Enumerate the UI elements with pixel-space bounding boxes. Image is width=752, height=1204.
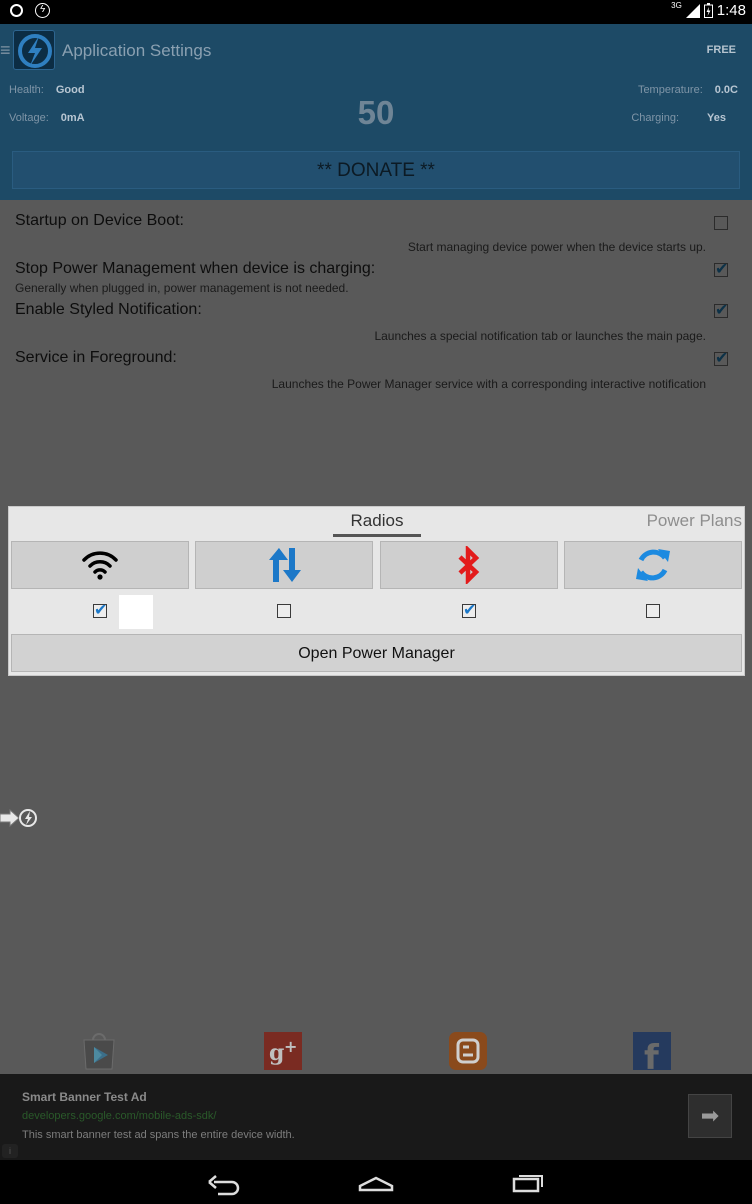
recent-apps-button[interactable] — [508, 1168, 548, 1196]
setting-startup-description: Start managing device power when the dev… — [407, 240, 706, 254]
mobile-data-toggle-button[interactable] — [195, 541, 373, 589]
setting-stop-charging-checkbox[interactable] — [714, 259, 728, 279]
signal-icon — [685, 3, 700, 18]
home-button[interactable] — [356, 1168, 396, 1196]
svg-text:+: + — [284, 1037, 297, 1056]
ad-arrow-button[interactable]: ➡ — [688, 1094, 732, 1138]
battery-percent: 50 — [357, 94, 395, 131]
donate-button[interactable]: ** DONATE ** — [12, 151, 740, 189]
open-power-manager-button[interactable]: Open Power Manager — [11, 634, 742, 672]
hamburger-icon[interactable]: ≡ — [0, 40, 11, 61]
setting-startup-title[interactable]: Startup on Device Boot: — [15, 212, 184, 230]
power-widget: Radios Power Plans ✔ ✔ Open Power Manage… — [8, 506, 745, 676]
setting-stop-charging-description: Generally when plugged in, power managem… — [15, 281, 349, 295]
sync-icon — [636, 549, 670, 581]
google-plus-icon[interactable]: g + — [264, 1032, 302, 1070]
app-header: ≡ Application Settings FREE Health: Good … — [0, 24, 752, 200]
wifi-toggle-button[interactable] — [11, 541, 189, 589]
side-launcher-handle[interactable] — [0, 808, 38, 828]
tab-power-plans[interactable]: Power Plans — [647, 511, 742, 531]
blogger-icon[interactable] — [449, 1032, 487, 1070]
setting-foreground-description: Launches the Power Manager service with … — [271, 377, 706, 391]
setting-styled-notification-title[interactable]: Enable Styled Notification: — [15, 301, 202, 319]
ad-banner[interactable]: Smart Banner Test Ad developers.google.c… — [0, 1074, 752, 1160]
wifi-icon — [82, 551, 118, 580]
svg-text:f: f — [644, 1038, 660, 1070]
notification-ring-icon — [10, 4, 23, 17]
clock: 1:48 — [716, 2, 746, 19]
navigation-bar — [0, 1160, 752, 1204]
sync-checkbox[interactable] — [646, 604, 660, 618]
app-logo[interactable] — [13, 30, 55, 70]
ad-title: Smart Banner Test Ad — [22, 1090, 147, 1104]
setting-startup-checkbox[interactable] — [714, 216, 728, 230]
sync-toggle-button[interactable] — [564, 541, 742, 589]
bluetooth-toggle-button[interactable] — [380, 541, 558, 589]
setting-foreground-checkbox[interactable] — [714, 348, 728, 368]
status-bar: ϟ 3G 1:48 — [0, 0, 752, 24]
mobile-data-checkbox[interactable] — [277, 604, 291, 618]
ad-info-icon[interactable]: i — [2, 1144, 18, 1158]
app-screen: ≡ Application Settings FREE Health: Good … — [0, 24, 752, 1160]
bluetooth-checkbox[interactable] — [462, 600, 476, 620]
ad-url[interactable]: developers.google.com/mobile-ads-sdk/ — [22, 1110, 216, 1122]
setting-styled-notification-description: Launches a special notification tab or l… — [374, 329, 706, 343]
battery-charging-icon — [703, 3, 713, 18]
play-store-icon[interactable] — [80, 1032, 118, 1070]
free-badge: FREE — [706, 44, 736, 56]
back-button[interactable] — [204, 1168, 244, 1196]
bluetooth-icon — [458, 546, 480, 584]
network-type: 3G — [671, 1, 682, 10]
blank-square — [119, 595, 153, 629]
ad-description: This smart banner test ad spans the enti… — [22, 1129, 295, 1141]
facebook-icon[interactable]: f — [633, 1032, 671, 1078]
page-title: Application Settings — [62, 41, 212, 60]
setting-stop-charging-title[interactable]: Stop Power Management when device is cha… — [15, 260, 375, 278]
tab-radios[interactable]: Radios — [333, 511, 421, 537]
mobile-data-icon — [269, 548, 301, 582]
wifi-checkbox[interactable] — [93, 600, 107, 620]
power-app-notification-icon: ϟ — [35, 3, 50, 18]
setting-foreground-title[interactable]: Service in Foreground: — [15, 349, 177, 367]
svg-text:g: g — [269, 1040, 284, 1066]
setting-styled-notification-checkbox[interactable] — [714, 300, 728, 320]
